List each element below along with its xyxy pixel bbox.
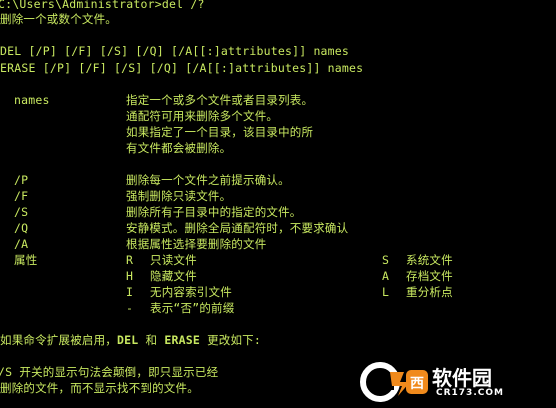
names-desc-line: 指定一个或多个文件或者目录列表。	[126, 93, 314, 107]
extensions-line: 如果命令扩展被启用，DEL 和 ERASE 更改如下:	[0, 333, 261, 348]
attribute-code: L	[382, 285, 390, 299]
site-watermark: 西 软件园 CR173.COM	[360, 360, 550, 404]
syntax-erase: ERASE [/P] [/F] [/S] [/Q] [/A[[:]attribu…	[0, 61, 364, 75]
watermark-domain: CR173.COM	[436, 388, 504, 398]
intro-text: 删除一个或数个文件。	[0, 12, 117, 26]
attribute-code: S	[382, 253, 390, 267]
attribute-code: H	[126, 269, 134, 283]
names-desc-line: 有文件都会被删除。	[126, 141, 232, 155]
s-switch-note: /S 开关的显示句法会颠倒，即只显示已经	[0, 365, 219, 379]
switch-desc: 强制删除只读文件。	[126, 189, 232, 203]
switch-desc: 删除每一个文件之前提示确认。	[126, 173, 290, 187]
extensions-text-pre: 如果命令扩展被启用，	[0, 333, 117, 347]
prompt-line: C:\Users\Administrator>del /?	[0, 0, 205, 11]
attribute-code: A	[382, 269, 390, 283]
attribute-desc: 隐藏文件	[150, 269, 197, 283]
switch-flag: /F	[14, 189, 29, 203]
extensions-text-post: 更改如下:	[199, 333, 261, 347]
watermark-logo-icon: 西	[360, 362, 428, 402]
attributes-label: 属性	[14, 253, 38, 267]
attribute-desc: 存档文件	[406, 269, 453, 283]
attribute-code: I	[126, 285, 134, 299]
names-desc-line: 通配符可用来删除多个文件。	[126, 109, 279, 123]
switch-flag: /S	[14, 205, 29, 219]
switch-desc: 根据属性选择要删除的文件	[126, 237, 267, 251]
switch-flag: /A	[14, 237, 29, 251]
extensions-del: DEL	[117, 333, 139, 347]
names-label: names	[14, 93, 50, 107]
attribute-desc: 只读文件	[150, 253, 197, 267]
watermark-site-name: 软件园	[432, 366, 492, 390]
console-window[interactable]: C:\Users\Administrator>del /? 删除一个或数个文件。…	[0, 0, 556, 408]
switch-flag: /P	[14, 173, 29, 187]
attribute-desc: 表示“否”的前缀	[150, 301, 235, 315]
attribute-desc: 无内容索引文件	[150, 285, 232, 299]
svg-text:西: 西	[410, 376, 424, 392]
s-switch-note: 删除的文件，而不显示找不到的文件。	[0, 381, 199, 395]
attribute-code: -	[126, 301, 134, 315]
syntax-del: DEL [/P] [/F] [/S] [/Q] [/A[[:]attribute…	[0, 44, 350, 58]
switch-flag: /Q	[14, 221, 29, 235]
extensions-erase: ERASE	[164, 333, 200, 347]
attribute-code: R	[126, 253, 134, 267]
attribute-desc: 系统文件	[406, 253, 453, 267]
attribute-desc: 重分析点	[406, 285, 453, 299]
switch-desc: 删除所有子目录中的指定的文件。	[126, 205, 302, 219]
names-desc-line: 如果指定了一个目录，该目录中的所	[126, 125, 314, 139]
extensions-and: 和	[138, 333, 165, 347]
switch-desc: 安静模式。删除全局通配符时，不要求确认	[126, 221, 349, 235]
